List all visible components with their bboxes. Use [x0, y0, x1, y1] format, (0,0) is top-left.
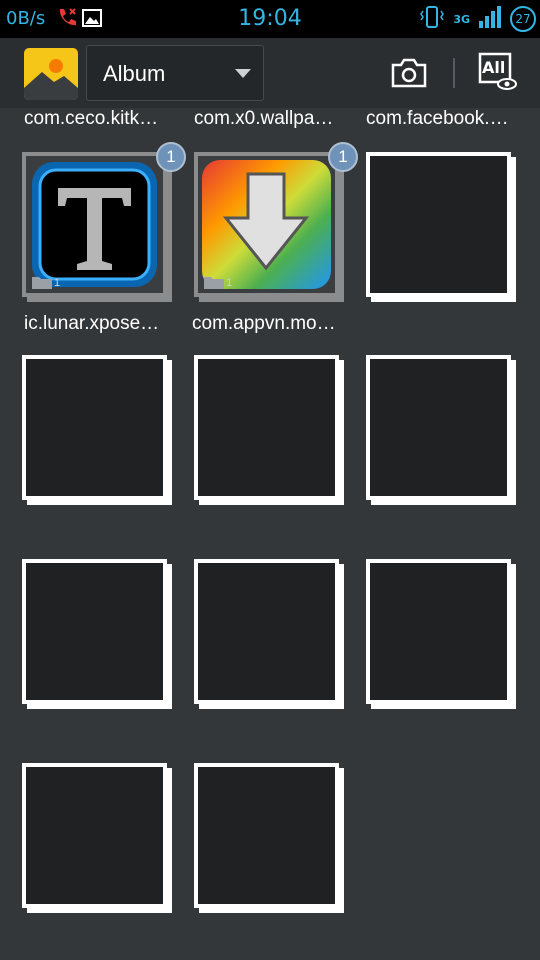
spinner-label: Album	[103, 61, 166, 86]
folder-icon	[204, 277, 224, 289]
album-tile[interactable]	[366, 355, 516, 505]
album-thumbnail	[26, 156, 163, 293]
item-count: 1	[226, 277, 233, 289]
album-tile[interactable]	[22, 763, 172, 913]
xposed-app-icon	[32, 162, 157, 287]
album-tile[interactable]	[194, 559, 344, 709]
album-label[interactable]: com.x0.wallpa…	[194, 108, 354, 130]
album-thumbnail	[198, 359, 335, 496]
new-items-badge: 1	[156, 142, 186, 172]
vibrate-icon	[419, 5, 445, 33]
gallery-app-icon[interactable]	[24, 48, 78, 100]
album-tile[interactable]	[22, 559, 172, 709]
dropdown-arrow-icon	[235, 69, 251, 78]
item-count: 1	[54, 277, 61, 289]
album-tile[interactable]	[194, 355, 344, 505]
album-tile[interactable]	[366, 559, 516, 709]
new-items-badge: 1	[328, 142, 358, 172]
album-tile-lunar[interactable]: 1 1	[22, 142, 186, 302]
album-thumbnail	[370, 156, 507, 293]
album-thumbnail	[198, 563, 335, 700]
filter-all-button[interactable]: All	[478, 52, 518, 94]
album-label[interactable]: ic.lunar.xpose…	[24, 313, 184, 335]
action-divider	[453, 58, 455, 88]
album-thumbnail	[198, 156, 335, 293]
camera-button[interactable]	[388, 52, 430, 94]
album-label[interactable]: com.facebook.…	[366, 108, 526, 130]
album-label[interactable]: com.appvn.mo…	[192, 313, 352, 335]
album-tile-appvn[interactable]: 1 1	[194, 142, 358, 302]
album-thumbnail	[26, 767, 163, 904]
network-type: 3G	[453, 12, 470, 26]
appvn-app-icon	[202, 160, 331, 289]
album-tile[interactable]	[22, 355, 172, 505]
album-tile[interactable]	[194, 763, 344, 913]
album-tile[interactable]	[366, 152, 516, 302]
album-thumbnail	[26, 359, 163, 496]
album-label[interactable]: com.ceco.kitk…	[24, 108, 184, 130]
album-thumbnail	[370, 359, 507, 496]
all-label: All	[482, 58, 506, 77]
album-view-spinner[interactable]: Album	[86, 45, 264, 101]
camera-icon	[391, 58, 427, 88]
action-bar: Album All	[0, 38, 540, 108]
album-thumbnail	[370, 563, 507, 700]
battery-level: 27	[510, 6, 536, 32]
signal-icon	[478, 5, 502, 33]
album-thumbnail	[26, 563, 163, 700]
folder-icon	[32, 277, 52, 289]
status-bar: 0B/s 19:04 3G 27	[0, 0, 540, 38]
album-thumbnail	[198, 767, 335, 904]
